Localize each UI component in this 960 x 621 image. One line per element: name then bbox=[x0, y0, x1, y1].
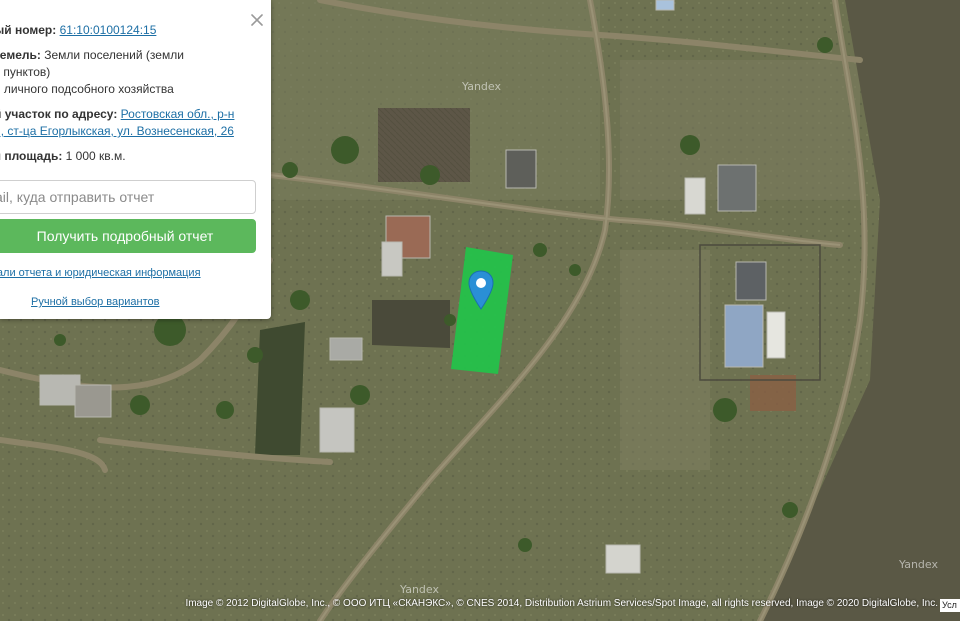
land-category-value-cont: х пунктов) bbox=[0, 65, 51, 79]
address-link-cont[interactable]: й, ст-ца Егорлыкская, ул. Вознесенская, … bbox=[0, 124, 234, 138]
address-row: й участок по адресу: Ростовская обл., р-… bbox=[0, 106, 243, 140]
map-attribution: Image © 2012 DigitalGlobe, Inc., © ООО И… bbox=[185, 598, 938, 609]
get-report-button[interactable]: Получить подробный отчет bbox=[0, 219, 256, 253]
yandex-watermark: Yandex bbox=[899, 558, 938, 571]
address-label: й участок по адресу: bbox=[0, 107, 118, 121]
area-label: я площадь: bbox=[0, 149, 63, 163]
map-pin-icon[interactable] bbox=[468, 270, 494, 310]
land-category-row: земель: Земли поселений (земли х пунктов… bbox=[0, 47, 243, 98]
yandex-watermark: Yandex bbox=[462, 80, 501, 93]
terms-of-use-link[interactable]: Усл bbox=[940, 599, 960, 612]
address-link[interactable]: Ростовская обл., р-н bbox=[121, 107, 235, 121]
parcel-info-panel: ый номер: 61:10:0100124:15 земель: Земли… bbox=[0, 0, 271, 319]
area-value: 1 000 кв.м. bbox=[65, 149, 126, 163]
cadastral-number-label: ый номер: bbox=[0, 23, 57, 37]
report-details-link[interactable]: тали отчета и юридическая информация bbox=[0, 267, 201, 279]
cadastral-number-link[interactable]: 61:10:0100124:15 bbox=[60, 23, 157, 37]
manual-selection-link[interactable]: Ручной выбор вариантов bbox=[31, 296, 159, 308]
land-category-label: земель: bbox=[0, 48, 41, 62]
land-category-value: Земли поселений (земли bbox=[44, 48, 184, 62]
cadastral-number-row: ый номер: 61:10:0100124:15 bbox=[0, 22, 243, 39]
email-input[interactable] bbox=[0, 180, 256, 214]
area-row: я площадь: 1 000 кв.м. bbox=[0, 148, 243, 165]
yandex-watermark: Yandex bbox=[400, 583, 439, 596]
land-use-value: я личного подсобного хозяйства bbox=[0, 82, 174, 96]
close-icon[interactable] bbox=[249, 12, 265, 28]
